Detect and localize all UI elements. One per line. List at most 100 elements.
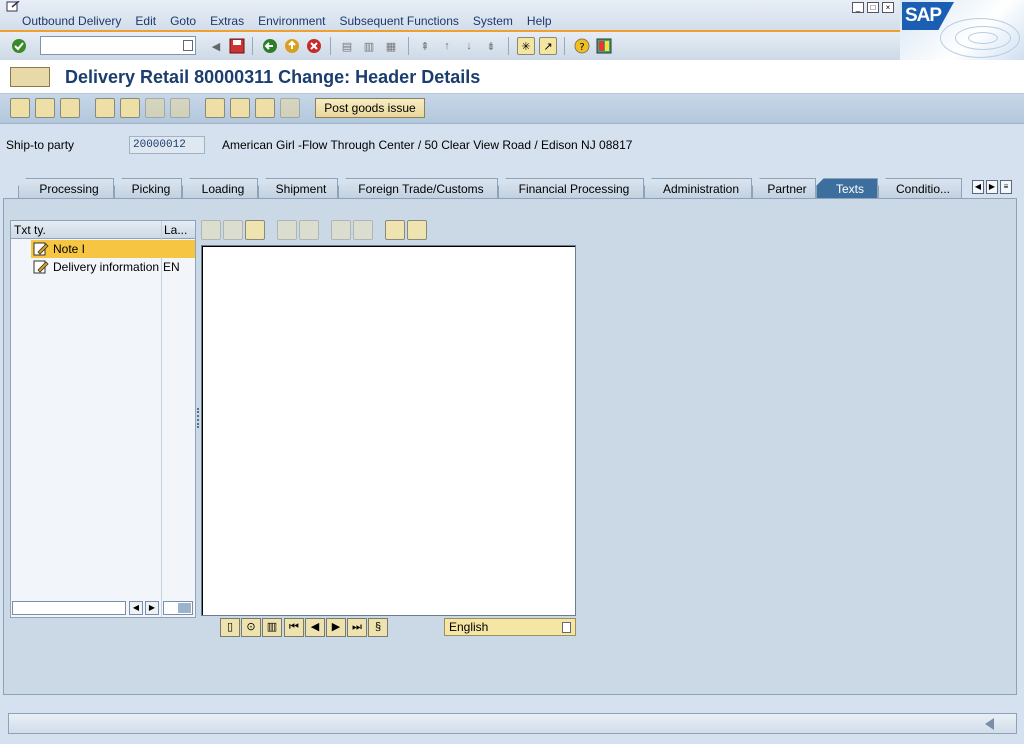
- previous-page-icon[interactable]: ↑: [438, 37, 456, 55]
- minimize-icon[interactable]: _: [852, 2, 864, 13]
- warehouse-icon[interactable]: [255, 98, 275, 118]
- col-text-type[interactable]: Txt ty.: [14, 223, 46, 237]
- tab-scroll-right-icon[interactable]: ▶: [986, 180, 998, 194]
- copy-icon: [223, 220, 243, 240]
- last-page-icon[interactable]: ⇟: [482, 37, 500, 55]
- text-log-icon[interactable]: §: [368, 618, 388, 637]
- find-next-icon[interactable]: ▦: [382, 37, 400, 55]
- menu-environment[interactable]: Environment: [258, 14, 325, 28]
- tab-partner[interactable]: Partner: [752, 178, 816, 200]
- command-field[interactable]: [40, 36, 196, 55]
- window-controls: _ □ ×: [852, 2, 894, 13]
- scroll-left-icon[interactable]: ◀: [129, 601, 143, 615]
- post-goods-issue-button[interactable]: Post goods issue: [315, 98, 425, 118]
- lang-column-scrollbar[interactable]: [163, 601, 193, 615]
- language-dropdown-icon[interactable]: [562, 622, 571, 633]
- menu-system[interactable]: System: [473, 14, 513, 28]
- shortcut-icon[interactable]: ↗: [539, 37, 557, 55]
- tab-scroll-left-icon[interactable]: ◀: [972, 180, 984, 194]
- tab-administration[interactable]: Administration: [644, 178, 752, 200]
- menu-help[interactable]: Help: [527, 14, 552, 28]
- maximize-icon[interactable]: □: [867, 2, 879, 13]
- ship-to-label: Ship-to party: [6, 138, 75, 152]
- app-menu-icon[interactable]: [6, 1, 20, 13]
- tab-list-icon[interactable]: ≡: [1000, 180, 1012, 194]
- menu-outbound-delivery[interactable]: Outbound Delivery: [22, 14, 121, 28]
- disabled-function-2-icon: [170, 98, 190, 118]
- disabled-function-1-icon: [145, 98, 165, 118]
- tab-foreign-trade[interactable]: Foreign Trade/Customs: [338, 178, 498, 200]
- tab-loading[interactable]: Loading: [182, 178, 258, 200]
- menu-extras[interactable]: Extras: [210, 14, 244, 28]
- find-icon[interactable]: ▥: [360, 37, 378, 55]
- import-text-icon[interactable]: [385, 220, 405, 240]
- tab-processing[interactable]: Processing: [18, 178, 114, 200]
- new-text-icon[interactable]: ▯: [220, 618, 240, 637]
- tab-strip: Processing Picking Loading Shipment Fore…: [10, 178, 1020, 200]
- cancel-icon[interactable]: [305, 37, 323, 55]
- language-select[interactable]: English: [444, 618, 576, 636]
- packing-icon[interactable]: [205, 98, 225, 118]
- tab-conditions[interactable]: Conditio...: [878, 178, 962, 200]
- previous-text-icon[interactable]: ◀: [305, 618, 325, 637]
- help-icon[interactable]: ?: [573, 37, 591, 55]
- tree-horizontal-scrollbar[interactable]: [12, 601, 126, 615]
- menu-subsequent-functions[interactable]: Subsequent Functions: [339, 14, 458, 28]
- item-overview-icon[interactable]: [95, 98, 115, 118]
- paste-icon[interactable]: [245, 220, 265, 240]
- delete-icon[interactable]: [60, 98, 80, 118]
- last-text-icon[interactable]: ⏭: [347, 618, 367, 637]
- splitter-handle[interactable]: [197, 408, 199, 428]
- picking-icon[interactable]: [230, 98, 250, 118]
- delete-text-icon[interactable]: ▥: [262, 618, 282, 637]
- scroll-right-icon[interactable]: ▶: [145, 601, 159, 615]
- save-icon[interactable]: [228, 37, 246, 55]
- menu-items: Outbound Delivery Edit Goto Extras Envir…: [22, 14, 552, 28]
- ship-to-field[interactable]: 20000012: [129, 136, 205, 154]
- exit-icon[interactable]: [283, 37, 301, 55]
- title-bar: Delivery Retail 80000311 Change: Header …: [0, 60, 1024, 94]
- status-bar: [8, 713, 1017, 734]
- layout-menu-icon[interactable]: [595, 37, 613, 55]
- next-page-icon[interactable]: ↓: [460, 37, 478, 55]
- edit-note-icon: [33, 260, 49, 274]
- undo-icon: [277, 220, 297, 240]
- other-object-icon[interactable]: [10, 67, 50, 87]
- application-toolbar: Post goods issue: [0, 94, 1024, 124]
- col-language[interactable]: La...: [164, 223, 187, 237]
- tab-financial-processing[interactable]: Financial Processing: [498, 178, 644, 200]
- tab-texts[interactable]: Texts: [816, 178, 878, 200]
- sap-logo-text: SAP: [905, 5, 942, 26]
- menu-edit[interactable]: Edit: [135, 14, 156, 28]
- tab-picking[interactable]: Picking: [114, 178, 182, 200]
- page-title: Delivery Retail 80000311 Change: Header …: [65, 67, 481, 87]
- print-icon[interactable]: ▤: [338, 37, 356, 55]
- create-session-icon[interactable]: ✳: [517, 37, 535, 55]
- export-text-icon[interactable]: [407, 220, 427, 240]
- enter-icon[interactable]: [10, 37, 28, 55]
- text-editor[interactable]: [201, 245, 576, 616]
- first-text-icon[interactable]: ⏮: [284, 618, 304, 637]
- disabled-function-3-icon: [280, 98, 300, 118]
- status-collapse-icon[interactable]: [985, 718, 994, 730]
- tree-row-note[interactable]: Note I: [11, 240, 195, 258]
- sap-logo: SAP: [900, 0, 1024, 60]
- tree-header: Txt ty. La...: [11, 221, 195, 239]
- ship-to-description: American Girl -Flow Through Center / 50 …: [222, 138, 633, 152]
- tab-shipment[interactable]: Shipment: [258, 178, 338, 200]
- command-dropdown-icon[interactable]: [183, 40, 193, 51]
- tree-row-delivery-info[interactable]: Delivery information EN: [11, 258, 195, 276]
- next-text-icon[interactable]: ▶: [326, 618, 346, 637]
- edit-note-icon: [33, 242, 49, 256]
- menu-bar: Outbound Delivery Edit Goto Extras Envir…: [0, 0, 1024, 32]
- text-type-tree: Txt ty. La... Note I Delivery informatio…: [10, 220, 196, 618]
- other-delivery-icon[interactable]: [35, 98, 55, 118]
- menu-goto[interactable]: Goto: [170, 14, 196, 28]
- text-detail-icon[interactable]: ⊙: [241, 618, 261, 637]
- back-arrow-small-icon[interactable]: ◀: [207, 37, 225, 55]
- close-window-icon[interactable]: ×: [882, 2, 894, 13]
- display-change-icon[interactable]: [10, 98, 30, 118]
- header-icon[interactable]: [120, 98, 140, 118]
- first-page-icon[interactable]: ⇞: [416, 37, 434, 55]
- back-icon[interactable]: [261, 37, 279, 55]
